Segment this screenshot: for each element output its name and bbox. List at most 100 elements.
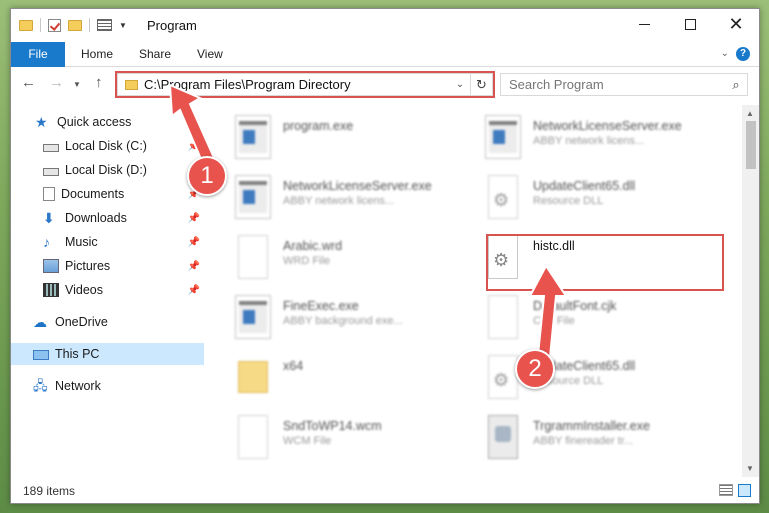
large-icons-view-icon[interactable] — [738, 484, 751, 497]
folder-icon[interactable] — [19, 19, 33, 31]
file-item[interactable]: program.exe — [227, 111, 467, 167]
up-arrow-icon[interactable]: ↑ — [95, 74, 103, 91]
sidebar-item-label: This PC — [55, 347, 100, 361]
search-input[interactable] — [501, 77, 725, 92]
file-name: NetworkLicenseServer.exe — [533, 119, 682, 133]
details-view-icon[interactable] — [719, 484, 733, 496]
network-icon: 🖧 — [33, 378, 48, 393]
file-item[interactable]: NetworkLicenseServer.exe ABBY network li… — [227, 171, 467, 227]
pin-icon[interactable]: 📌 — [188, 213, 200, 224]
chevron-down-icon[interactable]: ▼ — [119, 21, 127, 30]
computer-icon — [33, 350, 49, 360]
sidebar-item-music[interactable]: ♪ Music 📌 — [11, 231, 204, 253]
sidebar-item-label: Videos — [65, 283, 103, 297]
ribbon: File Home Share View ⌄ ? — [11, 42, 759, 67]
maximize-icon — [684, 19, 696, 30]
new-folder-icon[interactable] — [68, 19, 82, 31]
sidebar-item-documents[interactable]: Documents 📌 — [11, 183, 204, 205]
sidebar-item-network[interactable]: 🖧 Network — [11, 375, 204, 397]
file-item[interactable]: DefaultFont.cjk CJK File — [477, 291, 717, 347]
pin-icon[interactable]: 📌 — [188, 237, 200, 248]
file-item[interactable]: TrgrammInstaller.exe ABBY finereader tr.… — [477, 411, 717, 467]
tab-file[interactable]: File — [11, 42, 65, 67]
sidebar-item-local-disk-d[interactable]: Local Disk (D:) — [11, 159, 204, 181]
videos-icon — [43, 283, 59, 297]
tab-view[interactable]: View — [183, 42, 237, 67]
document-file-icon — [238, 235, 268, 279]
back-arrow-icon[interactable]: ← — [21, 74, 36, 91]
download-icon: ⬇ — [43, 210, 55, 226]
scroll-down-icon[interactable]: ▼ — [746, 464, 754, 473]
installer-file-icon — [488, 415, 518, 459]
file-name: NetworkLicenseServer.exe — [283, 179, 432, 193]
dll-file-icon — [488, 355, 518, 399]
view-properties-icon[interactable] — [97, 19, 112, 31]
exe-file-icon — [235, 115, 271, 159]
file-explorer-window: ▼ Program ✕ File Home Share View ⌄ ? ← →… — [10, 8, 760, 504]
file-item[interactable]: FineExec.exe ABBY background exe... — [227, 291, 467, 347]
sidebar-item-label: Music — [65, 235, 98, 249]
star-icon: ★ — [35, 114, 48, 130]
pin-icon[interactable]: 📌 — [188, 261, 200, 272]
toolbar-divider — [89, 18, 90, 32]
sidebar-item-label: Local Disk (C:) — [65, 139, 147, 153]
sidebar-item-label: Quick access — [57, 115, 132, 129]
forward-arrow-icon[interactable]: → — [49, 74, 64, 91]
file-item[interactable]: UpdateClient65.dll Resource DLL — [477, 351, 717, 407]
sidebar-item-downloads[interactable]: ⬇ Downloads 📌 — [11, 207, 204, 229]
close-button[interactable]: ✕ — [713, 9, 759, 40]
sidebar-item-onedrive[interactable]: ☁ OneDrive — [11, 311, 204, 333]
disk-icon — [43, 168, 59, 176]
document-file-icon — [488, 295, 518, 339]
file-item[interactable]: SndToWP14.wcm WCM File — [227, 411, 467, 467]
file-name: program.exe — [283, 119, 354, 133]
sidebar-item-local-disk-c[interactable]: Local Disk (C:) 📌 — [11, 135, 204, 157]
exe-file-icon — [485, 115, 521, 159]
quick-access-toolbar: ▼ — [19, 18, 127, 32]
scroll-up-icon[interactable]: ▲ — [746, 109, 754, 118]
sidebar-item-label: Downloads — [65, 211, 127, 225]
properties-check-icon[interactable] — [48, 18, 61, 32]
file-list: program.exe NetworkLicenseServer.exe ABB… — [207, 105, 742, 477]
item-count: 189 items — [23, 484, 76, 498]
pin-icon[interactable]: 📌 — [188, 285, 200, 296]
file-name: Arabic.wrd — [283, 239, 343, 253]
minimize-button[interactable] — [621, 9, 667, 40]
window-title: Program — [147, 18, 197, 33]
sidebar-item-label: Pictures — [65, 259, 111, 273]
file-item[interactable]: UpdateClient65.dll Resource DLL — [477, 171, 717, 227]
tab-home[interactable]: Home — [67, 42, 127, 67]
cloud-icon: ☁ — [33, 314, 47, 330]
search-icon[interactable]: ⌕ — [725, 77, 747, 93]
exe-file-icon — [235, 295, 271, 339]
status-bar: 189 items — [11, 479, 759, 503]
step-badge-2: 2 — [515, 349, 555, 389]
file-description: ABBY background exe... — [283, 315, 403, 327]
file-item[interactable]: x64 — [227, 351, 467, 407]
pin-icon[interactable]: 📌 — [188, 141, 200, 152]
document-file-icon — [238, 415, 268, 459]
file-description: ABBY finereader tr... — [533, 435, 634, 447]
file-name: TrgrammInstaller.exe — [533, 419, 650, 433]
search-box[interactable]: ⌕ — [500, 73, 748, 96]
vertical-scrollbar[interactable]: ▲ ▼ — [742, 105, 759, 477]
help-icon[interactable]: ? — [736, 47, 750, 61]
maximize-button[interactable] — [667, 9, 713, 40]
expand-ribbon-icon[interactable]: ⌄ — [721, 48, 729, 59]
recent-locations-icon[interactable]: ▼ — [73, 80, 81, 89]
file-description: Resource DLL — [533, 195, 604, 207]
sidebar-item-quick-access[interactable]: ★ Quick access — [11, 111, 204, 133]
file-name: SndToWP14.wcm — [283, 419, 382, 433]
exe-file-icon — [235, 175, 271, 219]
sidebar-item-label: Local Disk (D:) — [65, 163, 147, 177]
sidebar-item-pictures[interactable]: Pictures 📌 — [11, 255, 204, 277]
tab-share[interactable]: Share — [125, 42, 185, 67]
scrollbar-thumb[interactable] — [746, 121, 756, 169]
sidebar-item-this-pc[interactable]: This PC — [11, 343, 204, 365]
file-description: WRD File — [283, 255, 331, 267]
file-highlight-box — [486, 234, 724, 291]
sidebar-item-videos[interactable]: Videos 📌 — [11, 279, 204, 301]
file-item[interactable]: NetworkLicenseServer.exe ABBY network li… — [477, 111, 717, 167]
file-item[interactable]: Arabic.wrd WRD File — [227, 231, 467, 287]
address-highlight-box — [115, 71, 495, 98]
